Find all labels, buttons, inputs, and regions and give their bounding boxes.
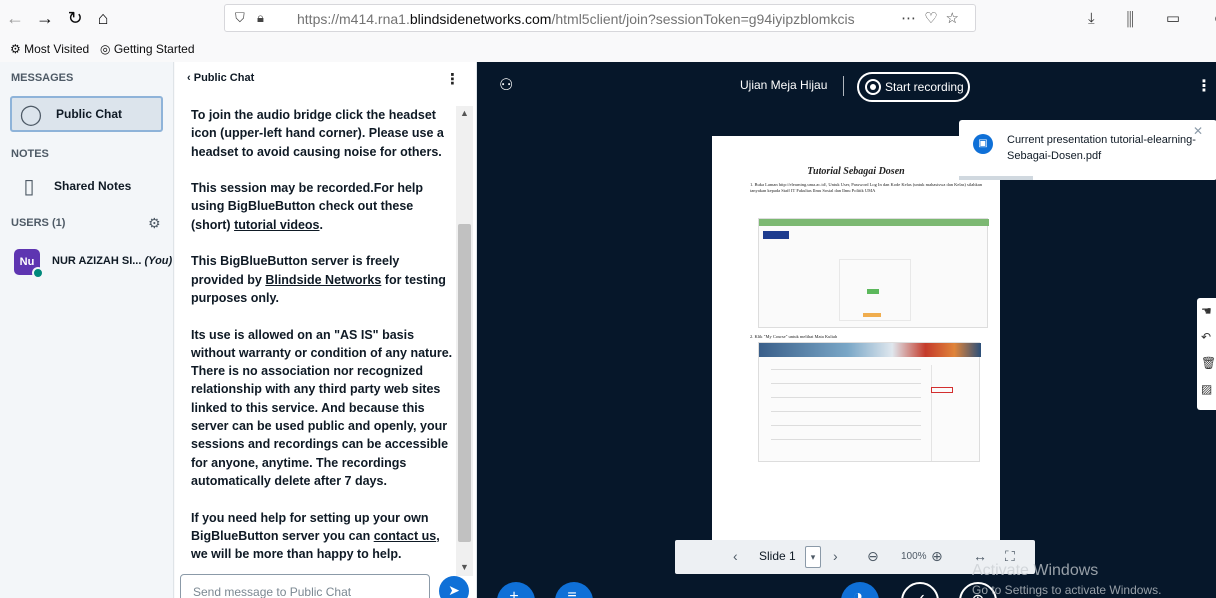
chat-back-button[interactable]: ‹ Public Chat <box>187 72 254 84</box>
divider <box>843 76 844 96</box>
contact-link[interactable]: contact us <box>374 529 437 543</box>
user-icon[interactable]: ⚇ <box>499 75 513 95</box>
share-webcam-button[interactable]: ✓ <box>901 582 939 598</box>
bookmarks-bar: ⚙ Most Visited ◎ Getting Started <box>0 38 1216 60</box>
presentation-icon: ▣ <box>973 134 993 154</box>
url-text[interactable]: https://m414.rna1.blindsidenetworks.com/… <box>297 11 855 27</box>
scroll-thumb[interactable] <box>458 224 471 542</box>
more-options-icon[interactable]: ⋮ <box>1196 76 1212 96</box>
zoom-out-icon[interactable]: ⊖ <box>867 548 879 565</box>
close-icon[interactable]: ✕ <box>1193 124 1203 138</box>
chat-panel: ‹ Public Chat ⋮ To join the audio bridge… <box>175 62 477 598</box>
toolbar-icons[interactable]: ⤓ ⫼ ▭ ☺ <box>1088 9 1216 27</box>
notes-title: NOTES <box>11 148 49 160</box>
lock-icon[interactable]: 🔒︎ <box>257 10 264 26</box>
hand-icon[interactable]: ☚ <box>1201 304 1212 318</box>
toast-progress <box>959 176 1033 180</box>
slide-step-text: 2. Klik "My Course" untuk melihat Mata K… <box>750 334 838 339</box>
record-icon <box>865 79 881 95</box>
gear-icon[interactable]: ⚙ <box>148 215 161 232</box>
chat-icon: ◯ <box>19 103 43 126</box>
shared-notes-item[interactable]: ▯ Shared Notes <box>10 168 163 204</box>
send-button[interactable]: ➤ <box>439 576 469 598</box>
shield-icon[interactable]: ⛉ <box>235 10 245 26</box>
tutorial-link[interactable]: tutorial videos <box>234 218 319 232</box>
presentation-toast: ▣ Current presentation tutorial-elearnin… <box>959 120 1216 180</box>
bookmark-most-visited[interactable]: ⚙ Most Visited <box>10 42 89 56</box>
blindside-link[interactable]: Blindside Networks <box>265 273 381 287</box>
poll-button[interactable]: ≡ <box>555 582 593 598</box>
slide-screenshot-login <box>758 218 989 328</box>
presentation-slide: Tutorial Sebagai Dosen 1. Buka Laman htt… <box>712 136 1000 548</box>
trash-icon[interactable]: 🗑︎ <box>1201 356 1216 370</box>
join-audio-button[interactable]: ◑ <box>841 582 879 598</box>
start-recording-button[interactable]: Start recording <box>857 72 970 102</box>
back-icon[interactable]: ← <box>4 8 26 28</box>
chat-message: This BigBlueButton server is freely prov… <box>191 254 446 305</box>
scroll-down-icon[interactable]: ▼ <box>456 562 473 572</box>
reload-icon[interactable]: ↻ <box>64 8 86 28</box>
browser-toolbar: ← → ↻ ⌂ ⛉ 🔒︎ https://m414.rna1.blindside… <box>0 0 1216 38</box>
user-list-panel: MESSAGES ◯ Public Chat NOTES ▯ Shared No… <box>0 62 174 598</box>
chat-messages: To join the audio bridge click the heads… <box>191 106 455 582</box>
whiteboard-toolbar: ☚ ↶ 🗑︎ ▨ <box>1197 298 1216 410</box>
headset-icon <box>32 267 44 279</box>
chat-input[interactable]: Send message to Public Chat <box>180 574 430 598</box>
forward-icon[interactable]: → <box>34 8 56 28</box>
scroll-up-icon[interactable]: ▲ <box>456 108 473 118</box>
chat-message: Its use is allowed on an "AS IS" basis w… <box>191 327 453 488</box>
more-options-icon[interactable]: ⋮ <box>445 70 460 88</box>
chevron-down-icon[interactable]: ▾ <box>805 546 821 568</box>
slide-selector[interactable]: Slide 1 <box>759 549 796 563</box>
toast-text: Current presentation tutorial-elearning-… <box>1007 134 1196 162</box>
presentation-area: ⚇ Ujian Meja Hijau Start recording ⋮ Tut… <box>477 62 1216 598</box>
home-icon[interactable]: ⌂ <box>92 8 114 28</box>
public-chat-label: Public Chat <box>56 107 123 121</box>
windows-watermark-title: Activate Windows <box>972 562 1099 579</box>
messages-title: MESSAGES <box>11 72 74 84</box>
meeting-title: Ujian Meja Hijau <box>740 78 828 92</box>
actions-button[interactable]: + <box>497 582 535 598</box>
shared-notes-label: Shared Notes <box>54 179 132 193</box>
slide-screenshot-course <box>758 342 981 462</box>
public-chat-item[interactable]: ◯ Public Chat <box>10 96 163 132</box>
bookmark-getting-started[interactable]: ◎ Getting Started <box>100 42 195 56</box>
next-slide-icon[interactable]: › <box>833 548 838 564</box>
user-item[interactable]: Nu NUR AZIZAH SI... (You) <box>14 249 173 281</box>
chat-scrollbar[interactable]: ▲ ▼ <box>456 106 473 576</box>
page-actions-icon[interactable]: ⋯♡☆ <box>901 9 967 27</box>
chat-message: To join the audio bridge click the heads… <box>191 108 444 159</box>
multi-user-icon[interactable]: ▨ <box>1201 382 1212 396</box>
url-bar[interactable]: ⛉ 🔒︎ https://m414.rna1.blindsidenetworks… <box>224 4 976 32</box>
notes-icon: ▯ <box>23 175 35 198</box>
chat-message: This session may be recorded.For help us… <box>191 181 424 232</box>
zoom-value: 100% <box>901 551 927 562</box>
user-name: NUR AZIZAH SI... (You) <box>52 255 173 267</box>
previous-slide-icon[interactable]: ‹ <box>733 548 738 564</box>
chat-message: If you need help for setting up your own… <box>191 510 440 562</box>
slide-step-text: 1. Buka Laman http://elearning.uma.ac.id… <box>750 182 983 193</box>
undo-icon[interactable]: ↶ <box>1201 330 1211 344</box>
windows-watermark-text: Go to Settings to activate Windows. <box>972 583 1162 597</box>
slide-title: Tutorial Sebagai Dosen <box>807 166 905 177</box>
zoom-in-icon[interactable]: ⊕ <box>931 548 943 565</box>
users-title: USERS (1) <box>11 217 66 229</box>
